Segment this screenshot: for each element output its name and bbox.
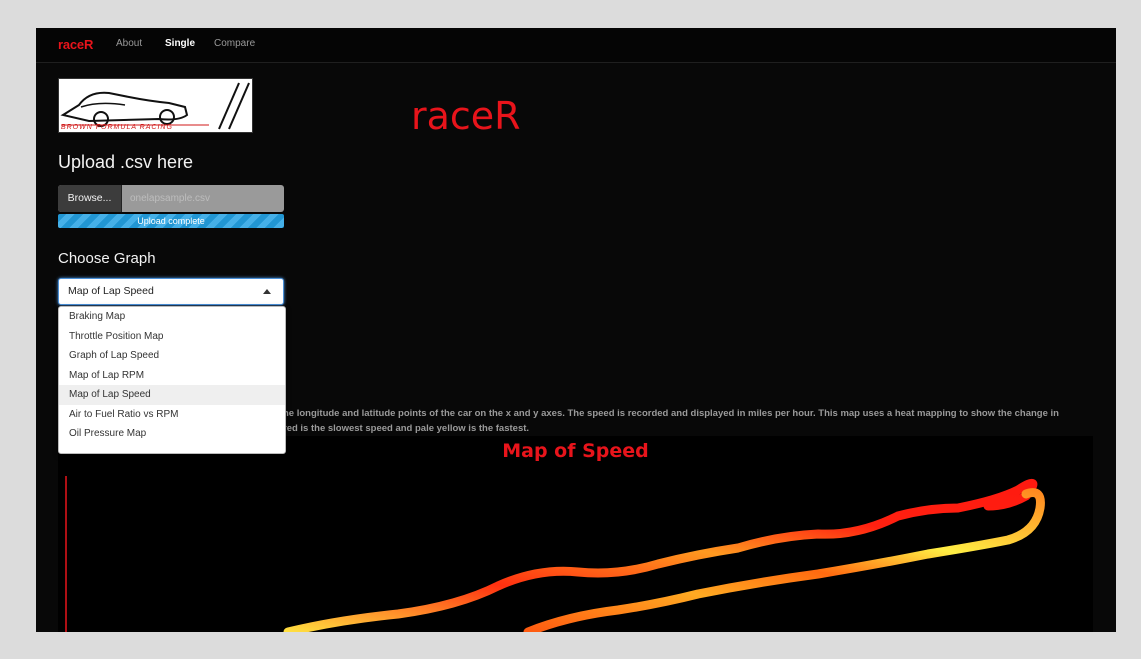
graph-select[interactable]: Map of Lap Speed: [58, 278, 284, 305]
upload-title: Upload .csv here: [58, 152, 194, 172]
dropdown-option-map-of-lap-rpm[interactable]: Map of Lap RPM: [59, 366, 285, 386]
nav-link-about[interactable]: About: [116, 38, 142, 49]
dropdown-option-braking-map[interactable]: Braking Map: [59, 307, 285, 327]
dropdown-option-map-of-lap-speed[interactable]: Map of Lap Speed: [59, 385, 285, 405]
navbar: raceR About Single Compare: [36, 28, 1116, 63]
graph-description-line1: he longitude and latitude points of the …: [283, 408, 1059, 419]
dropdown-option-throttle-position-map[interactable]: Throttle Position Map: [59, 327, 285, 347]
speed-map-plot: [65, 476, 1045, 632]
graph-dropdown-menu: Braking Map Throttle Position Map Graph …: [58, 306, 286, 454]
team-logo: BROWN FORMULA RACING: [58, 78, 253, 133]
nav-link-compare[interactable]: Compare: [214, 38, 255, 49]
nav-link-single[interactable]: Single: [165, 38, 195, 49]
graph-select-value: Map of Lap Speed: [68, 285, 154, 297]
speed-map-chart: Map of Speed: [58, 436, 1093, 632]
dropdown-option-graph-of-lap-speed[interactable]: Graph of Lap Speed: [59, 346, 285, 366]
caret-up-icon[interactable]: [263, 289, 271, 294]
page-title: raceR: [411, 94, 521, 138]
choose-graph-title: Choose Graph: [58, 250, 156, 267]
file-input[interactable]: Browse... onelapsample.csv: [58, 185, 284, 212]
file-name-field: onelapsample.csv: [130, 193, 211, 204]
dropdown-option-oil-pressure-map[interactable]: Oil Pressure Map: [59, 424, 285, 444]
logo-text: BROWN FORMULA RACING: [61, 124, 173, 131]
browse-button[interactable]: Browse...: [58, 185, 122, 212]
nav-brand[interactable]: raceR: [58, 37, 93, 52]
app-window: raceR About Single Compare BROWN FORMULA…: [36, 28, 1116, 632]
graph-description-line2: red is the slowest speed and pale yellow…: [283, 423, 530, 434]
dropdown-option-air-fuel-ratio[interactable]: Air to Fuel Ratio vs RPM: [59, 405, 285, 425]
upload-progress-bar: Upload complete: [58, 214, 284, 228]
